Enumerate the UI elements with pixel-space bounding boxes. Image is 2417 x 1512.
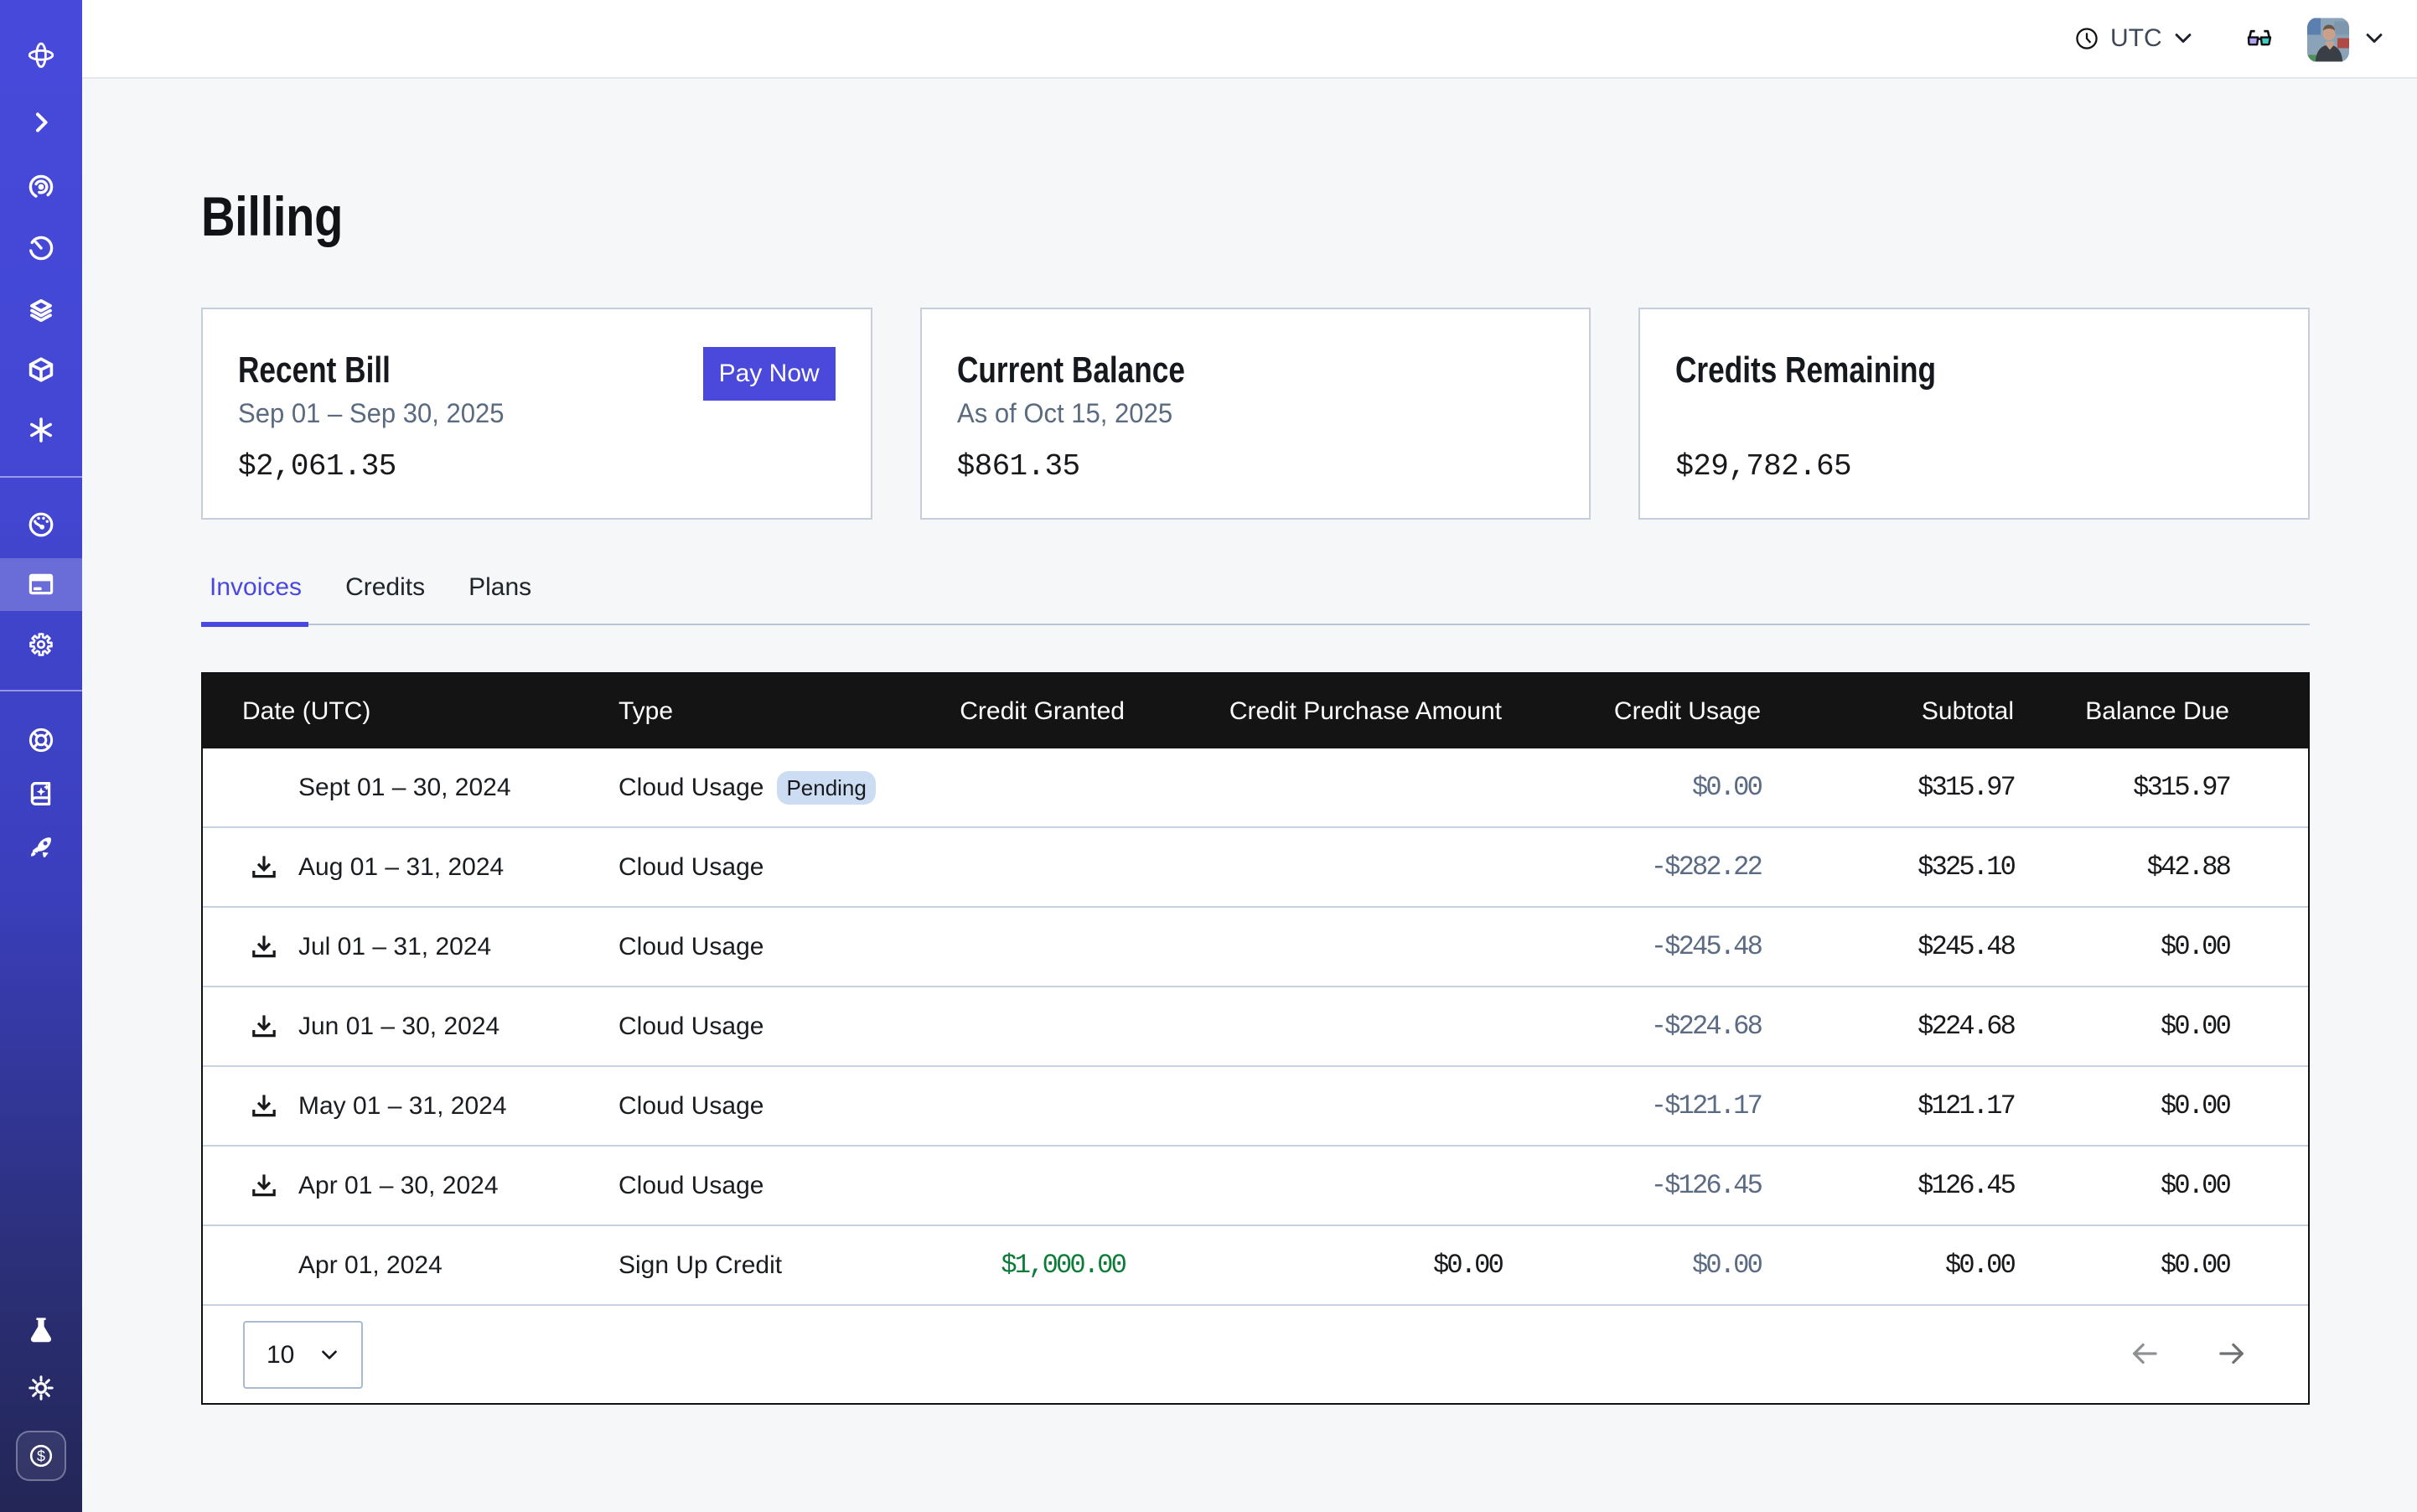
svg-text:$: $	[37, 1447, 45, 1464]
